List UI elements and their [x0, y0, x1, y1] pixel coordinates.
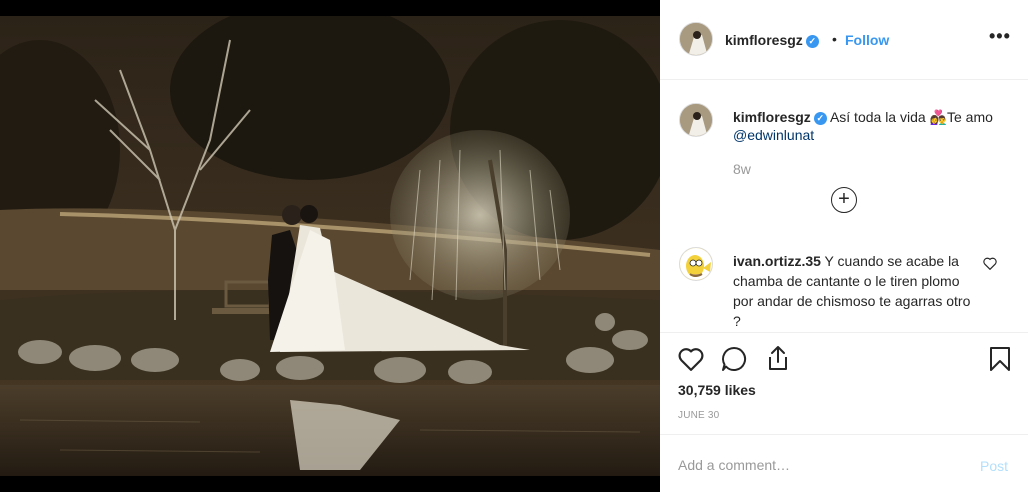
caption-mention[interactable]: @edwinlunat — [733, 127, 814, 143]
bookmark-icon[interactable] — [989, 346, 1011, 377]
post-side-panel: kimfloresgz ✓ • Follow ••• kimfloresgz ✓ A… — [660, 0, 1028, 492]
avatar-image — [680, 248, 712, 280]
comments-section[interactable]: kimfloresgz ✓ Así toda la vida 👩‍❤️‍👨Te a… — [660, 81, 1028, 332]
caption-body: Así toda la vida 👩‍❤️‍👨Te amo — [829, 109, 993, 125]
avatar-image — [680, 104, 712, 136]
verified-icon: ✓ — [805, 35, 819, 48]
post-header: kimfloresgz ✓ • Follow ••• — [660, 0, 1028, 80]
caption-avatar[interactable] — [679, 103, 713, 137]
post-actions: 30,759 likes June 30 — [660, 332, 1028, 434]
caption-text: kimfloresgz ✓ Así toda la vida 👩‍❤️‍👨Te a… — [733, 108, 1003, 144]
comment-input[interactable] — [678, 457, 968, 473]
caption-username[interactable]: kimfloresgz ✓ — [733, 109, 827, 125]
author-avatar[interactable] — [679, 22, 713, 56]
plus-circle-icon[interactable]: + — [831, 187, 857, 213]
comment-text: ivan.ortizz.35 Y cuando se acabe la cham… — [733, 251, 973, 331]
follow-button[interactable]: Follow — [845, 32, 889, 48]
comment-icon[interactable] — [721, 346, 747, 377]
like-count[interactable]: 30,759 likes — [678, 382, 756, 398]
comment-avatar[interactable] — [679, 247, 713, 281]
author-username[interactable]: kimfloresgz ✓ — [725, 32, 819, 48]
verified-icon: ✓ — [813, 112, 827, 125]
wedding-photo — [0, 0, 660, 492]
separator-dot: • — [832, 31, 837, 47]
share-icon[interactable] — [766, 345, 790, 376]
comment-username[interactable]: ivan.ortizz.35 — [733, 253, 821, 269]
add-comment-bar: Post — [660, 434, 1028, 492]
avatar-image — [680, 23, 712, 55]
heart-icon[interactable] — [678, 347, 704, 376]
caption-timestamp[interactable]: 8w — [733, 161, 751, 177]
post-photo[interactable] — [0, 0, 660, 492]
post-date[interactable]: June 30 — [678, 410, 719, 421]
more-icon[interactable]: ••• — [989, 26, 1011, 47]
comment-like-heart-icon[interactable] — [983, 257, 997, 275]
post-button[interactable]: Post — [980, 458, 1008, 474]
